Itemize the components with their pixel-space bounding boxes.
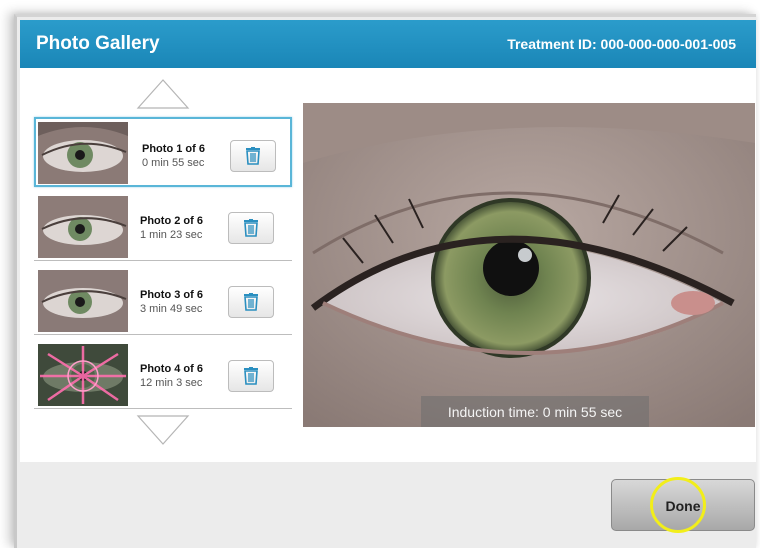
delete-photo-button[interactable]	[228, 360, 274, 392]
eye-photo	[303, 103, 755, 427]
done-button[interactable]: Done	[611, 479, 755, 531]
delete-photo-button[interactable]	[228, 212, 274, 244]
trash-icon	[244, 367, 258, 385]
thumbnail-item[interactable]: Photo 2 of 6 1 min 23 sec	[34, 191, 292, 261]
eye-thumbnail	[38, 270, 128, 332]
done-button-label: Done	[665, 498, 701, 514]
photo-time: 1 min 23 sec	[140, 229, 203, 241]
photo-title: Photo 2 of 6	[140, 215, 203, 227]
photo-time: 12 min 3 sec	[140, 377, 203, 389]
trash-icon	[244, 219, 258, 237]
selected-photo-view: Induction time: 0 min 55 sec	[303, 103, 755, 427]
triangle-up-icon	[136, 79, 190, 109]
photo-time: 0 min 55 sec	[142, 157, 205, 169]
photo-title: Photo 4 of 6	[140, 363, 203, 375]
thumbnail-item[interactable]: Photo 4 of 6 12 min 3 sec	[34, 339, 292, 409]
scroll-up-button[interactable]	[136, 78, 190, 110]
treatment-id: Treatment ID: 000-000-000-001-005	[507, 36, 736, 52]
delete-photo-button[interactable]	[230, 140, 276, 172]
thumbnail-item[interactable]: Photo 1 of 6 0 min 55 sec	[34, 117, 292, 187]
photo-title: Photo 1 of 6	[142, 143, 205, 155]
photo-title: Photo 3 of 6	[140, 289, 203, 301]
photo-time: 3 min 49 sec	[140, 303, 203, 315]
thumbnail-item[interactable]: Photo 3 of 6 3 min 49 sec	[34, 265, 292, 335]
delete-photo-button[interactable]	[228, 286, 274, 318]
triangle-down-icon	[136, 415, 190, 445]
page-title: Photo Gallery	[36, 33, 160, 54]
induction-time-caption: Induction time: 0 min 55 sec	[421, 396, 649, 427]
trash-icon	[246, 147, 260, 165]
eye-thumbnail	[38, 122, 128, 184]
eye-thumbnail-with-overlay	[38, 344, 128, 406]
title-bar: Photo Gallery Treatment ID: 000-000-000-…	[20, 20, 756, 68]
thumbnail-list: Photo 1 of 6 0 min 55 sec Photo 2 of 6 1…	[34, 117, 292, 409]
eye-thumbnail	[38, 196, 128, 258]
scroll-down-button[interactable]	[136, 414, 190, 446]
trash-icon	[244, 293, 258, 311]
